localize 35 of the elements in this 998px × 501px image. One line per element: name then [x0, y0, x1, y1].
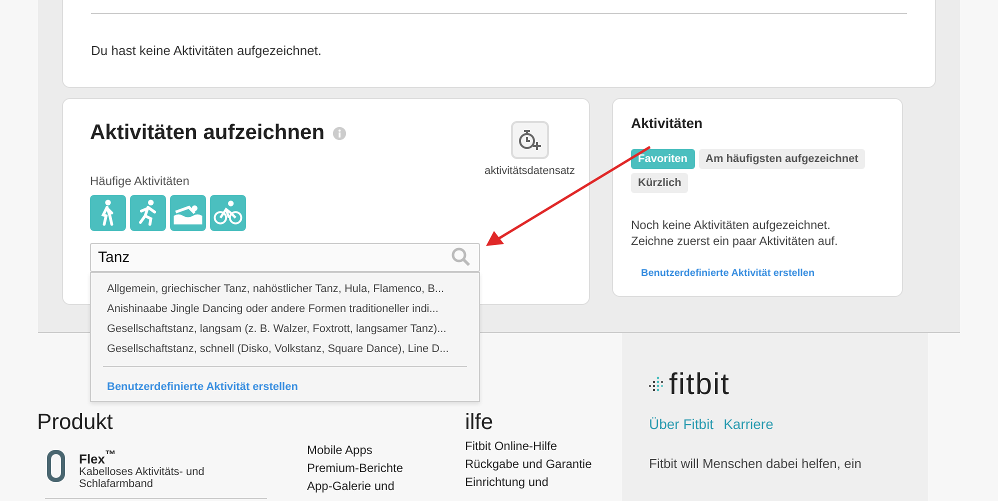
- card-title: Aktivitäten aufzeichnen: [90, 121, 325, 145]
- footer-link[interactable]: Premium-Berichte: [307, 461, 465, 475]
- filter-tab[interactable]: Am häufigsten aufgezeichnet: [698, 149, 866, 169]
- footer-link[interactable]: Rückgabe und Garantie: [465, 457, 622, 471]
- stopwatch-add-button[interactable]: [510, 121, 549, 159]
- suggestion-item[interactable]: Anishinaabe Jingle Dancing oder andere Formen traditioneller indi...: [107, 299, 467, 319]
- search-icon[interactable]: [451, 247, 471, 267]
- info-icon[interactable]: [332, 126, 346, 140]
- suggestion-item[interactable]: Gesellschaftstanz, langsam (z. B. Walzer, Foxtrott, langsamer Tanz)...: [107, 319, 467, 339]
- bike-activity-button[interactable]: [210, 195, 246, 231]
- empty-message: Du hast keine Aktivitäten aufgezeichnet.: [91, 43, 323, 58]
- product-name[interactable]: Flex$^{™}$: [79, 449, 239, 466]
- record-label: aktivitätsdatensatz: [484, 165, 575, 177]
- product-description: Kabelloses Aktivitäts- und Schlafarmband: [79, 466, 206, 490]
- footer-heading: ilfe: [465, 409, 494, 436]
- footer-link[interactable]: Fitbit Online-Hilfe: [465, 439, 622, 453]
- dots-logo-icon: [649, 376, 663, 394]
- wristband-icon: [45, 449, 67, 483]
- stopwatch-plus-icon: [516, 128, 543, 152]
- suggestion-item[interactable]: Allgemein, griechischer Tanz, nahöstlicher Tanz, Hula, Flamenco, B...: [107, 279, 467, 299]
- footer-link[interactable]: App-Galerie und: [307, 479, 465, 493]
- footer-link[interactable]: Mobile Apps: [307, 443, 465, 457]
- swim-activity-button[interactable]: [170, 195, 206, 231]
- footer-link[interactable]: Einrichtung und: [465, 475, 622, 489]
- filter-tab[interactable]: Kürzlich: [631, 173, 688, 193]
- walk-activity-button[interactable]: [90, 195, 126, 231]
- run-activity-button[interactable]: [130, 195, 166, 231]
- search-field[interactable]: Tanz: [90, 243, 480, 272]
- footer-heading: Produkt: [37, 409, 114, 436]
- suggestion-item[interactable]: Gesellschaftstanz, schnell (Disko, Volkstanz, Square Dance), Line D...: [107, 339, 467, 359]
- empty-message: Noch keine Aktivitäten aufgezeichnet. Zeichne zuerst ein paar Aktivitäten auf.: [631, 217, 839, 249]
- section-label: Häufige Aktivitäten: [90, 174, 190, 188]
- brand-logo-text: fitbit: [669, 368, 730, 402]
- brand-tagline: Fitbit will Menschen dabei helfen, ein: [649, 456, 862, 471]
- card-title: Aktivitäten: [631, 115, 704, 131]
